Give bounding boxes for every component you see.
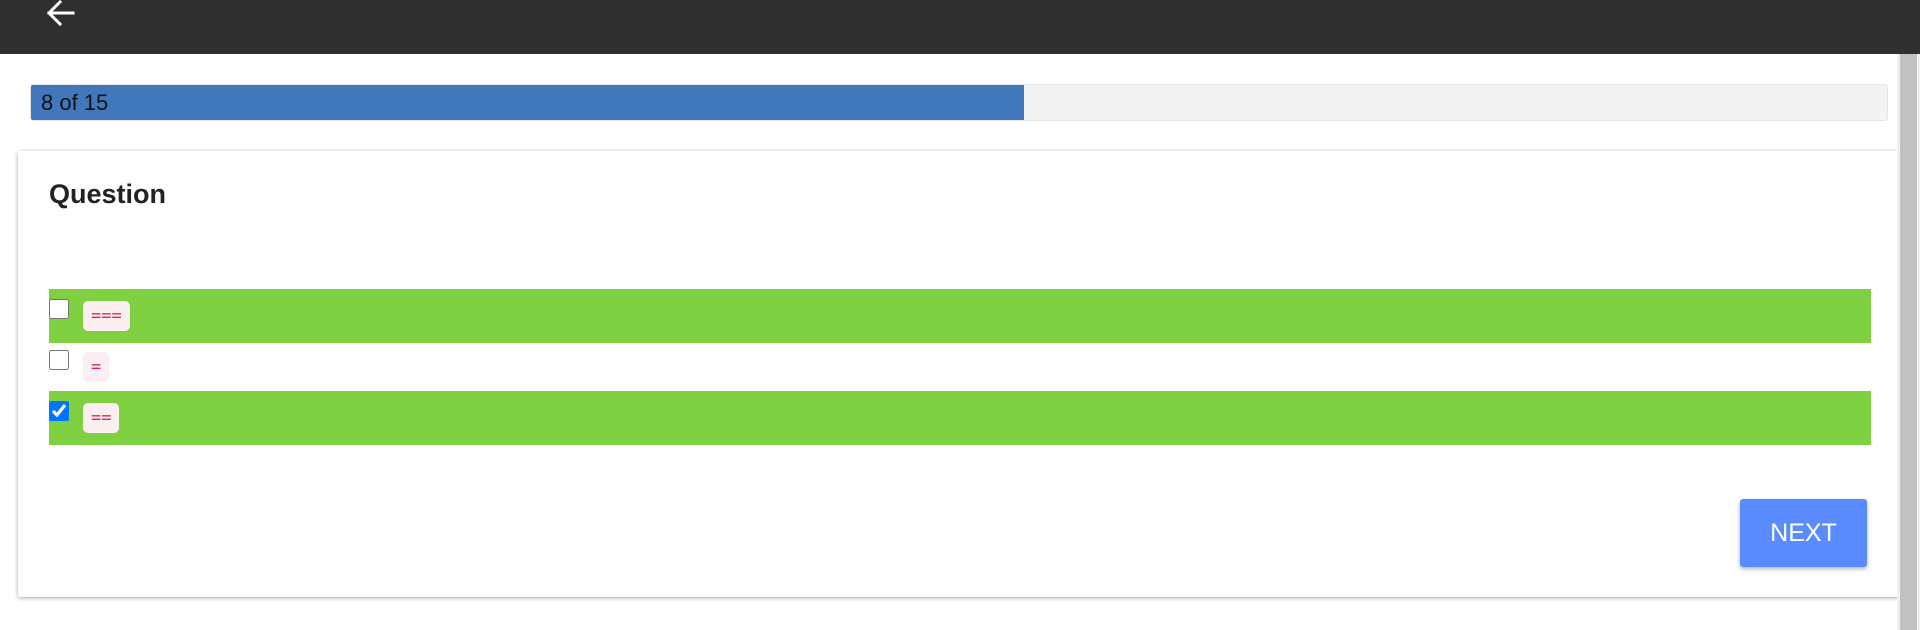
answer-code-1: === [83, 301, 130, 331]
answer-option-2[interactable]: = [49, 340, 1871, 394]
answer-code-3: == [83, 403, 120, 433]
progress-bar: 8 of 15 [30, 84, 1888, 121]
page-scrollbar[interactable] [1897, 54, 1920, 630]
answer-checkbox-1[interactable] [49, 299, 69, 319]
progress-bar-fill [31, 85, 1024, 120]
progress-label: 8 of 15 [41, 90, 109, 115]
question-card: Question === = == NEXT [18, 151, 1900, 597]
back-button[interactable] [40, 0, 80, 28]
answer-checkbox-2[interactable] [49, 350, 69, 370]
answer-checkbox-3[interactable] [49, 401, 69, 421]
answer-option-1[interactable]: === [49, 289, 1871, 343]
scrollbar-thumb[interactable] [1900, 54, 1917, 630]
app-header [0, 0, 1920, 54]
answer-code-2: = [83, 352, 110, 382]
arrow-left-icon [46, 0, 75, 27]
answer-option-3[interactable]: == [49, 391, 1871, 445]
next-button[interactable]: NEXT [1740, 499, 1867, 567]
question-title: Question [49, 179, 167, 209]
